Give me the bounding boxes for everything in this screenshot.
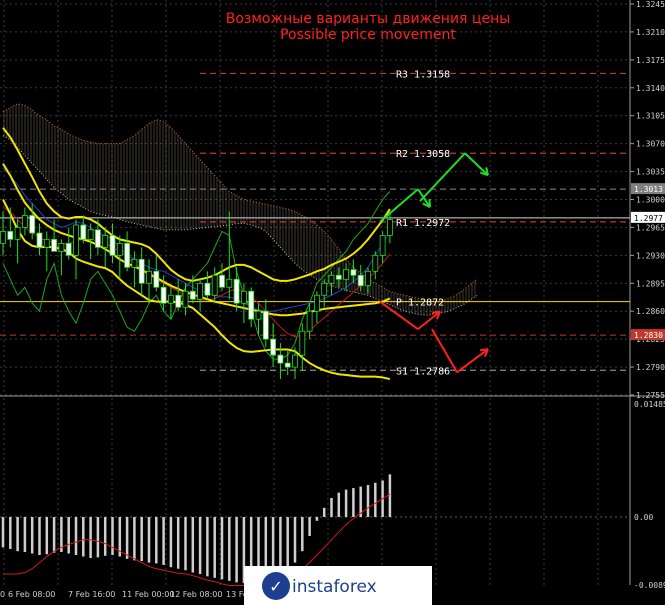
time-axis: 06 Feb 08:00 7 Feb 16:00 11 Feb 00:0012 Fe…: [0, 590, 253, 599]
chart-title-ru: Возможные варианты движения цены: [226, 11, 511, 27]
candle: [36, 232, 43, 248]
candle: [124, 242, 130, 268]
candle: [153, 270, 160, 288]
candle: [219, 274, 225, 288]
tick-label: 1.2860: [636, 307, 665, 316]
brand-name: instaforex: [292, 577, 377, 597]
candle: [189, 290, 196, 300]
candle: [204, 282, 211, 296]
candle: [262, 310, 269, 340]
candle: [14, 227, 21, 240]
candle: [87, 229, 94, 240]
svg-text:✓: ✓: [269, 577, 282, 596]
candle: [0, 231, 6, 244]
candle: [335, 274, 342, 280]
level-label-R3: R3 1.3158: [396, 69, 450, 80]
candle: [138, 258, 145, 284]
candle: [328, 274, 335, 284]
candle: [95, 229, 101, 248]
tick-label: 1.3070: [636, 140, 665, 149]
candle: [306, 310, 313, 332]
candle: [386, 219, 393, 236]
tick-label: 1.2790: [636, 363, 665, 372]
candle: [146, 270, 152, 284]
tick-label: 1.3210: [636, 28, 665, 37]
price-marker-label: 1.3013: [634, 185, 663, 194]
time-label: 6 Feb 08:00: [8, 590, 55, 599]
candle: [357, 274, 364, 287]
candle: [80, 224, 87, 240]
candle: [65, 242, 72, 256]
candle: [292, 354, 298, 368]
price-marker-label: 1.2977: [634, 214, 663, 223]
candle: [343, 269, 350, 280]
candle: [365, 270, 371, 287]
tick-label: 1.2965: [636, 223, 665, 232]
tick-label: 1.3175: [636, 56, 665, 65]
candle: [284, 362, 291, 368]
candle: [51, 238, 57, 252]
candle: [116, 242, 123, 256]
tick-label: 1.3245: [636, 0, 665, 9]
candle: [211, 274, 218, 296]
candle: [197, 282, 204, 300]
tick-label: 1.3105: [636, 112, 665, 121]
price-marker-label: 1.2830: [634, 331, 663, 340]
time-label: 12 Feb 08:00: [170, 590, 222, 599]
candle: [299, 330, 306, 356]
time-label: 0: [0, 590, 5, 599]
tick-label: 1.3035: [636, 168, 665, 177]
osc-tick-label: 0.00: [634, 513, 653, 522]
price-chart: R3 1.3158 R2 1.3058 R1 1.2972 P 1.2872 S1 1.…: [0, 0, 665, 605]
candle: [167, 294, 174, 304]
candle: [73, 224, 79, 256]
candle: [350, 269, 357, 276]
tick-label: 1.3000: [636, 196, 665, 205]
level-label-R1: R1 1.2972: [396, 218, 450, 229]
tick-label: 1.2930: [636, 251, 665, 260]
candle: [160, 286, 167, 304]
time-label: 7 Feb 16:00: [68, 590, 115, 599]
tick-label: 1.3140: [636, 84, 665, 93]
candle: [277, 354, 284, 364]
tick-label: 1.2755: [636, 391, 665, 400]
candle: [379, 235, 386, 256]
candle: [372, 254, 379, 272]
candle: [248, 290, 255, 320]
candle: [255, 310, 262, 320]
candle: [21, 215, 28, 228]
candle: [102, 235, 109, 248]
candle: [131, 258, 138, 268]
candle: [240, 290, 247, 304]
candle: [58, 242, 65, 252]
osc-tick-label: 0.01485: [634, 400, 665, 409]
candle: [175, 294, 182, 308]
candle: [226, 278, 233, 288]
level-label-R2: R2 1.3058: [396, 149, 450, 160]
chart-title-en: Possible price movement: [280, 27, 456, 43]
candle: [7, 231, 14, 240]
candle: [182, 290, 189, 308]
candle: [109, 235, 116, 256]
osc-tick-label: -0.00894: [634, 581, 665, 590]
candle: [321, 282, 328, 296]
candle: [43, 238, 50, 248]
candle: [233, 278, 240, 304]
tick-label: 1.2895: [636, 279, 665, 288]
candle: [313, 294, 320, 312]
candle: [270, 338, 277, 356]
level-label-P: P 1.2872: [396, 298, 444, 309]
time-label: 11 Feb 00:00: [122, 590, 174, 599]
candle: [29, 215, 36, 234]
level-label-S1: S1 1.2786: [396, 366, 450, 377]
brand-logo: ✓ instaforex: [244, 566, 432, 605]
